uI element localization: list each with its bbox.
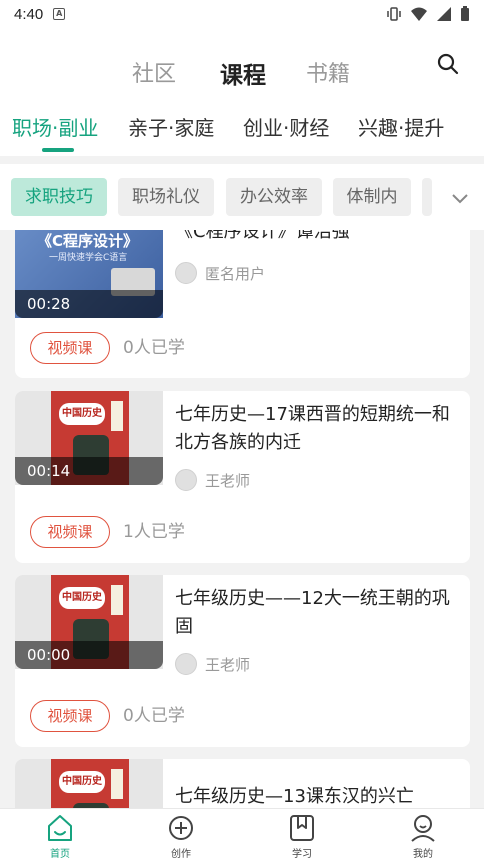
textbook-cover: 中国历史	[51, 759, 129, 808]
book-title: 中国历史	[59, 771, 105, 793]
category-tab-career[interactable]: 职场·副业	[12, 112, 98, 141]
course-type-badge: 视频课	[30, 332, 110, 364]
book-title: 中国历史	[59, 403, 105, 425]
learner-count: 1人已学	[123, 522, 185, 542]
course-title[interactable]: 《C程序设计》谭浩强	[175, 230, 460, 246]
wifi-icon	[411, 7, 427, 21]
course-card[interactable]: 中国历史 七年级历史—13课东汉的兴亡	[15, 759, 470, 808]
book-spine	[111, 401, 123, 431]
notification-a-icon: A	[53, 8, 66, 20]
course-list[interactable]: 《C程序设计》 一周快速学会C语言 00:28 《C程序设计》谭浩强 匿名用户 …	[0, 230, 484, 808]
category-tab-family[interactable]: 亲子·家庭	[128, 112, 214, 141]
chip-etiquette[interactable]: 职场礼仪	[118, 178, 214, 216]
home-icon	[48, 815, 72, 841]
nav-profile[interactable]: 我的	[383, 813, 463, 860]
nav-create[interactable]: 创作	[141, 813, 221, 860]
vibrate-icon	[387, 7, 401, 21]
course-card[interactable]: 中国历史 00:14 七年历史—17课西晋的短期统一和北方各族的内迁 王老师 视…	[15, 391, 470, 563]
search-icon[interactable]	[436, 52, 460, 76]
course-card[interactable]: 《C程序设计》 一周快速学会C语言 00:28 《C程序设计》谭浩强 匿名用户 …	[15, 230, 470, 378]
avatar	[175, 262, 197, 284]
course-author: 王老师	[175, 653, 250, 675]
user-icon	[411, 815, 435, 842]
book-spine	[111, 585, 123, 615]
video-duration: 00:28	[15, 290, 163, 318]
video-duration: 00:14	[15, 457, 163, 485]
status-time: 4:40	[14, 5, 44, 23]
category-tab-business[interactable]: 创业·财经	[243, 112, 329, 141]
author-name: 王老师	[205, 655, 251, 674]
chevron-down-icon[interactable]	[448, 186, 472, 210]
course-thumbnail: 中国历史 00:14	[15, 391, 163, 485]
course-thumbnail: 中国历史 00:00	[15, 575, 163, 669]
status-bar: 4:40 A	[0, 0, 484, 28]
tab-community[interactable]: 社区	[132, 56, 176, 88]
top-tab-bar: 社区 课程 书籍	[0, 28, 484, 110]
avatar	[175, 469, 197, 491]
nav-study[interactable]: 学习	[262, 813, 342, 860]
nav-home-label: 首页	[50, 849, 70, 860]
course-type-badge: 视频课	[30, 516, 110, 548]
course-title[interactable]: 七年历史—17课西晋的短期统一和北方各族的内迁	[175, 401, 460, 457]
course-thumbnail: 中国历史	[15, 759, 163, 808]
course-card[interactable]: 中国历史 00:00 七年级历史——12大一统王朝的巩固 王老师 视频课 0人已…	[15, 575, 470, 747]
category-tab-interest[interactable]: 兴趣·提升	[358, 112, 444, 141]
book-spine	[111, 769, 123, 799]
author-name: 王老师	[205, 471, 251, 490]
chip-office-efficiency[interactable]: 办公效率	[226, 178, 322, 216]
nav-create-label: 创作	[171, 849, 191, 860]
tab-books[interactable]: 书籍	[306, 56, 350, 88]
book-title: 中国历史	[59, 587, 105, 609]
course-author: 王老师	[175, 469, 250, 491]
avatar	[175, 653, 197, 675]
add-circle-icon	[169, 816, 193, 840]
tab-courses[interactable]: 课程	[220, 56, 266, 90]
category-tab-bar: 职场·副业 亲子·家庭 创业·财经 兴趣·提升	[0, 100, 484, 156]
course-title[interactable]: 七年级历史—13课东汉的兴亡	[175, 783, 460, 808]
thumbnail-subtitle: 一周快速学会C语言	[49, 253, 128, 263]
learner-count: 0人已学	[123, 338, 185, 358]
learner-count: 0人已学	[123, 706, 185, 726]
bookmark-icon	[290, 815, 314, 841]
author-name: 匿名用户	[205, 264, 266, 283]
chip-civil-service[interactable]: 体制内	[333, 178, 411, 216]
thumbnail-title: 《C程序设计》	[37, 232, 139, 250]
video-duration: 00:00	[15, 641, 163, 669]
nav-profile-label: 我的	[413, 849, 433, 860]
course-thumbnail: 《C程序设计》 一周快速学会C语言 00:28	[15, 230, 163, 318]
course-author: 匿名用户	[175, 262, 265, 284]
chip-job-skills[interactable]: 求职技巧	[11, 178, 107, 216]
active-tab-indicator	[42, 148, 74, 152]
chip-partial[interactable]	[422, 178, 432, 216]
signal-icon	[437, 7, 451, 21]
course-title[interactable]: 七年级历史——12大一统王朝的巩固	[175, 585, 460, 641]
nav-study-label: 学习	[292, 849, 312, 860]
filter-chip-bar: 求职技巧 职场礼仪 办公效率 体制内	[0, 164, 484, 230]
battery-icon	[461, 6, 469, 21]
nav-home[interactable]: 首页	[20, 813, 100, 860]
bottom-navigation: 首页 创作 学习 我的	[0, 808, 484, 862]
course-type-badge: 视频课	[30, 700, 110, 732]
